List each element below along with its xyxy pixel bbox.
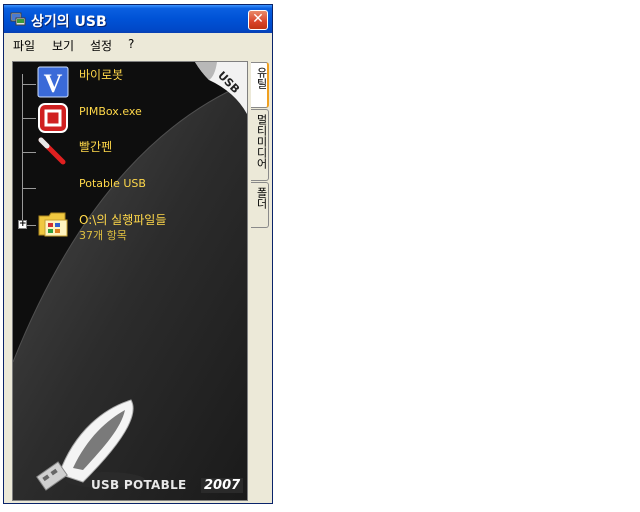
menu-bar: 파일 보기 설정 ? <box>4 33 272 55</box>
window-title: 상기의 USB <box>31 14 107 30</box>
tree-item-pimbox[interactable]: PIMBox.exe <box>79 105 142 118</box>
menu-settings[interactable]: 설정 <box>90 37 112 54</box>
brand-year: 2007 <box>201 478 244 493</box>
tree-item-vrobot[interactable]: 바이로봇 <box>79 66 123 83</box>
tab-utility[interactable]: 유틸 <box>251 62 269 108</box>
brand-text: USB POTABLE <box>91 478 187 492</box>
launcher-panel: V 바이로봇 PIMBox.exe 빨간펜 Potable USB + O:\의… <box>12 61 248 501</box>
app-window: 상기의 USB ✕ 파일 보기 설정 ? V 바이로봇 PIMBox.exe 빨… <box>3 4 273 504</box>
svg-text:V: V <box>44 69 63 98</box>
red-pen-icon[interactable] <box>37 136 69 168</box>
tab-multimedia-label: 멀티미디어 <box>255 114 268 169</box>
close-button[interactable]: ✕ <box>248 10 268 30</box>
folder-apps-icon[interactable] <box>37 208 69 240</box>
tree-item-potable[interactable]: Potable USB <box>79 177 146 190</box>
tree-item-redpen[interactable]: 빨간펜 <box>79 138 112 155</box>
computer-icon <box>10 12 26 26</box>
item-count: 37개 항목 <box>79 229 127 242</box>
tree-item-executables[interactable]: O:\의 실행파일들 <box>79 211 166 228</box>
vrobot-icon[interactable]: V <box>37 66 69 98</box>
pimbox-icon[interactable] <box>37 102 69 134</box>
tab-folder-label: 폴더 <box>255 187 268 209</box>
tab-utility-label: 유틸 <box>255 67 268 89</box>
tab-folder[interactable]: 폴더 <box>251 182 269 228</box>
title-bar[interactable]: 상기의 USB ✕ <box>4 5 272 33</box>
menu-view[interactable]: 보기 <box>52 37 74 54</box>
expand-toggle[interactable]: + <box>18 220 27 229</box>
menu-file[interactable]: 파일 <box>13 37 35 54</box>
tab-multimedia[interactable]: 멀티미디어 <box>251 109 269 181</box>
menu-help[interactable]: ? <box>128 37 134 51</box>
